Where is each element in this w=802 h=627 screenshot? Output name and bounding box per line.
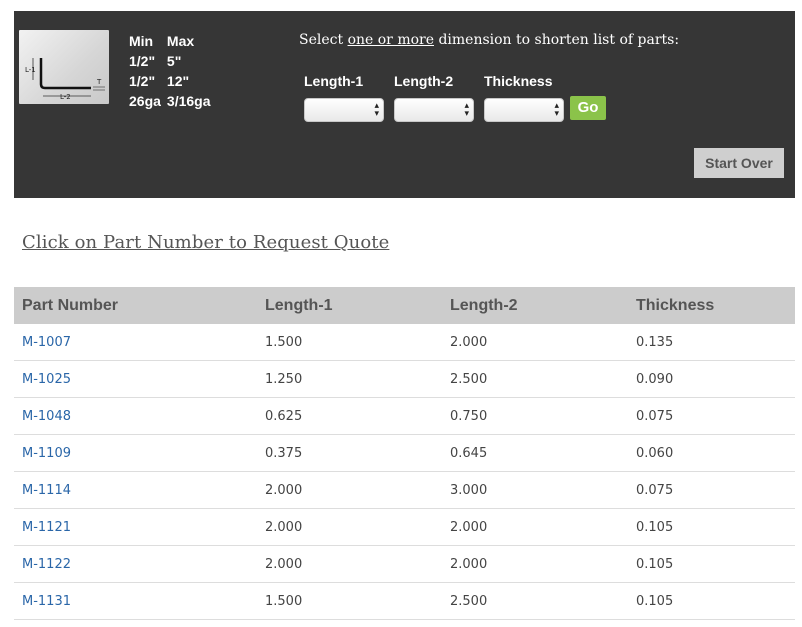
angle-diagram-icon: L-1 L-2 T [25, 58, 105, 101]
thickness-cell: 0.075 [628, 397, 795, 435]
filter-panel: L-1 L-2 T Min Max 1/2" 5" 1/2" 12" 26ga [14, 11, 795, 198]
thickness-cell: 0.075 [628, 471, 795, 509]
thickness-cell: 0.060 [628, 434, 795, 472]
table-row: M-1109 0.375 0.645 0.060 [14, 434, 795, 472]
length1-cell: 1.500 [257, 324, 442, 361]
length1-cell: 2.000 [257, 471, 442, 509]
table-row: M-1114 2.000 3.000 0.075 [14, 471, 795, 509]
length2-cell: 0.645 [442, 434, 628, 472]
spec-cell: 12" [166, 73, 190, 89]
part-number-link[interactable]: M-1007 [14, 324, 257, 361]
length1-label: Length-1 [304, 73, 364, 89]
length1-cell: 2.000 [257, 508, 442, 546]
table-row: M-1025 1.250 2.500 0.090 [14, 360, 795, 398]
instruction-text: Select [299, 32, 348, 48]
length1-cell: 1.250 [257, 360, 442, 398]
spec-header-min: Min [129, 33, 154, 49]
thickness-label: Thickness [484, 73, 553, 89]
go-button[interactable]: Go [570, 96, 606, 120]
length1-cell: 0.375 [257, 434, 442, 472]
part-number-link[interactable]: M-1048 [14, 397, 257, 435]
col-header-part-number: Part Number [14, 287, 257, 324]
spec-cell: 3/16ga [166, 93, 211, 109]
col-header-thickness: Thickness [628, 287, 795, 324]
length2-cell: 2.500 [442, 360, 628, 398]
length1-cell: 0.625 [257, 397, 442, 435]
length2-select[interactable]: ▴ ▾ [394, 98, 474, 122]
diagram-label-t: T [96, 78, 102, 86]
col-header-length2: Length-2 [442, 287, 628, 324]
filter-instruction: Select one or more dimension to shorten … [299, 32, 679, 48]
instruction-emphasis: one or more [347, 32, 434, 48]
thickness-cell: 0.105 [628, 508, 795, 546]
spec-cell: 1/2" [129, 53, 156, 69]
start-over-button[interactable]: Start Over [694, 148, 784, 178]
length2-cell: 2.000 [442, 545, 628, 583]
table-header-row: Part Number Length-1 Length-2 Thickness [14, 287, 795, 324]
length2-cell: 3.000 [442, 471, 628, 509]
table-row: M-1122 2.000 2.000 0.105 [14, 545, 795, 583]
thickness-cell: 0.090 [628, 360, 795, 398]
spec-cell: 1/2" [129, 73, 156, 89]
thickness-cell: 0.105 [628, 545, 795, 583]
part-number-link[interactable]: M-1114 [14, 471, 257, 509]
parts-table: Part Number Length-1 Length-2 Thickness … [14, 287, 795, 620]
part-number-link[interactable]: M-1131 [14, 582, 257, 620]
thickness-select[interactable]: ▴ ▾ [484, 98, 564, 122]
table-row: M-1131 1.500 2.500 0.105 [14, 582, 795, 620]
thickness-cell: 0.105 [628, 582, 795, 620]
length2-label: Length-2 [394, 73, 454, 89]
instruction-text: dimension to shorten list of parts: [434, 32, 680, 48]
length1-cell: 1.500 [257, 582, 442, 620]
thickness-cell: 0.135 [628, 324, 795, 361]
select-arrows-icon: ▴ ▾ [464, 101, 469, 119]
diagram-label-l1: L-1 [25, 66, 36, 74]
table-row: M-1007 1.500 2.000 0.135 [14, 324, 795, 361]
spec-cell: 5" [166, 53, 182, 69]
table-row: M-1121 2.000 2.000 0.105 [14, 508, 795, 546]
length1-cell: 2.000 [257, 545, 442, 583]
length2-cell: 2.000 [442, 508, 628, 546]
length1-select[interactable]: ▴ ▾ [304, 98, 384, 122]
length2-cell: 2.500 [442, 582, 628, 620]
part-number-link[interactable]: M-1025 [14, 360, 257, 398]
spec-cell: 26ga [129, 93, 161, 109]
select-arrows-icon: ▴ ▾ [374, 101, 379, 119]
part-number-link[interactable]: M-1122 [14, 545, 257, 583]
min-max-spec: Min Max 1/2" 5" 1/2" 12" 26ga 3/16ga [129, 32, 217, 112]
part-number-link[interactable]: M-1109 [14, 434, 257, 472]
request-quote-link[interactable]: Click on Part Number to Request Quote [22, 232, 389, 253]
length2-cell: 2.000 [442, 324, 628, 361]
angle-shape-image: L-1 L-2 T [19, 30, 109, 104]
select-arrows-icon: ▴ ▾ [554, 101, 559, 119]
col-header-length1: Length-1 [257, 287, 442, 324]
diagram-label-l2: L-2 [60, 93, 71, 101]
spec-header-max: Max [166, 33, 195, 49]
part-number-link[interactable]: M-1121 [14, 508, 257, 546]
table-row: M-1048 0.625 0.750 0.075 [14, 397, 795, 435]
length2-cell: 0.750 [442, 397, 628, 435]
